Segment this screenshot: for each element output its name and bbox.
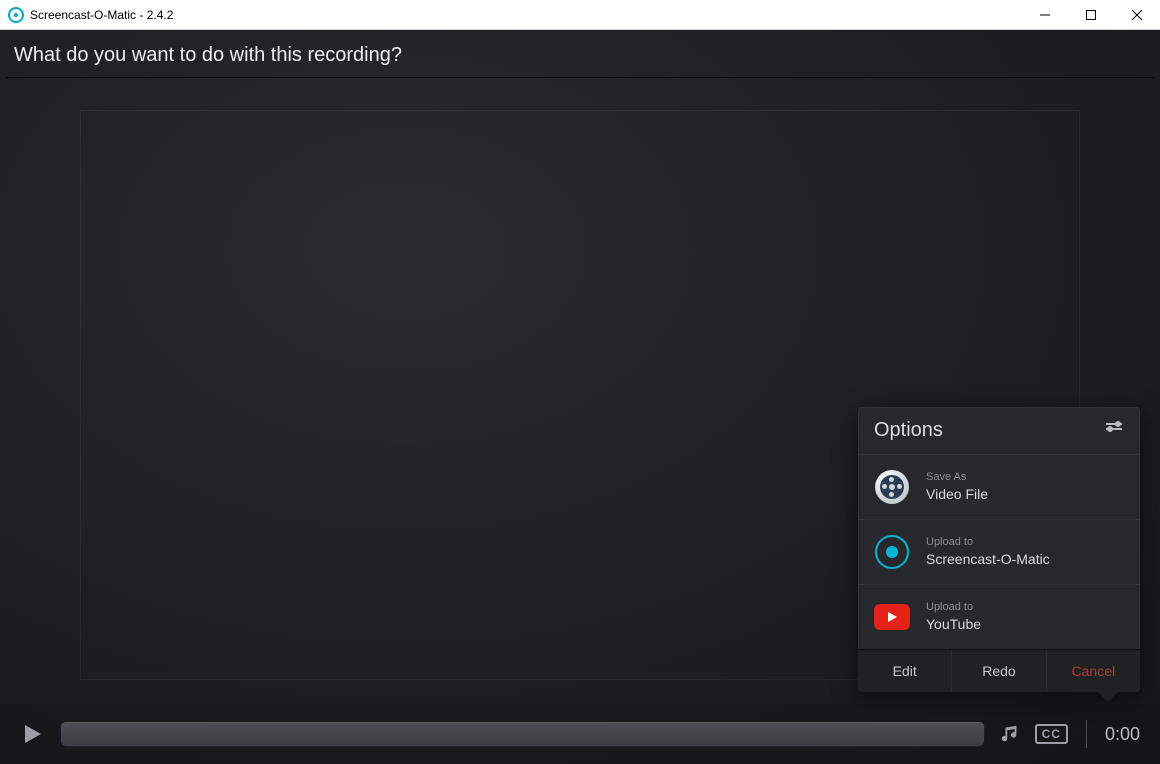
option-caption: Save As bbox=[926, 471, 988, 484]
closed-captions-button[interactable]: CC bbox=[1035, 724, 1068, 744]
edit-button[interactable]: Edit bbox=[858, 650, 952, 692]
app-body: What do you want to do with this recordi… bbox=[0, 30, 1160, 764]
film-reel-icon bbox=[874, 469, 910, 505]
option-label: Screencast-O-Matic bbox=[926, 550, 1050, 568]
option-upload-screencastomatic[interactable]: Upload to Screencast-O-Matic bbox=[858, 519, 1140, 584]
option-upload-youtube[interactable]: Upload to YouTube bbox=[858, 584, 1140, 649]
playback-time: 0:00 bbox=[1105, 724, 1140, 745]
options-settings-icon[interactable] bbox=[1104, 421, 1124, 440]
option-label: Video File bbox=[926, 485, 988, 503]
progress-bar[interactable] bbox=[60, 721, 985, 747]
window-close-button[interactable] bbox=[1114, 0, 1160, 29]
redo-button[interactable]: Redo bbox=[952, 650, 1046, 692]
heading-divider bbox=[6, 77, 1154, 78]
option-caption: Upload to bbox=[926, 601, 981, 614]
play-button[interactable] bbox=[20, 721, 46, 747]
window-minimize-button[interactable] bbox=[1022, 0, 1068, 29]
page-heading: What do you want to do with this recordi… bbox=[0, 30, 1160, 77]
options-popover: Options Save As Video Fil bbox=[858, 407, 1140, 692]
options-title: Options bbox=[874, 419, 943, 442]
screencastomatic-icon bbox=[874, 534, 910, 570]
youtube-icon bbox=[874, 599, 910, 635]
music-icon[interactable] bbox=[999, 723, 1021, 745]
app-icon bbox=[8, 7, 24, 23]
window-titlebar: Screencast-O-Matic - 2.4.2 bbox=[0, 0, 1160, 30]
playback-controls: CC 0:00 bbox=[0, 704, 1160, 764]
option-save-video-file[interactable]: Save As Video File bbox=[858, 454, 1140, 519]
cancel-button[interactable]: Cancel bbox=[1047, 650, 1140, 692]
window-title: Screencast-O-Matic - 2.4.2 bbox=[30, 8, 173, 22]
option-caption: Upload to bbox=[926, 536, 1050, 549]
cc-label: CC bbox=[1035, 724, 1068, 744]
option-label: YouTube bbox=[926, 615, 981, 633]
separator bbox=[1086, 720, 1087, 748]
window-maximize-button[interactable] bbox=[1068, 0, 1114, 29]
